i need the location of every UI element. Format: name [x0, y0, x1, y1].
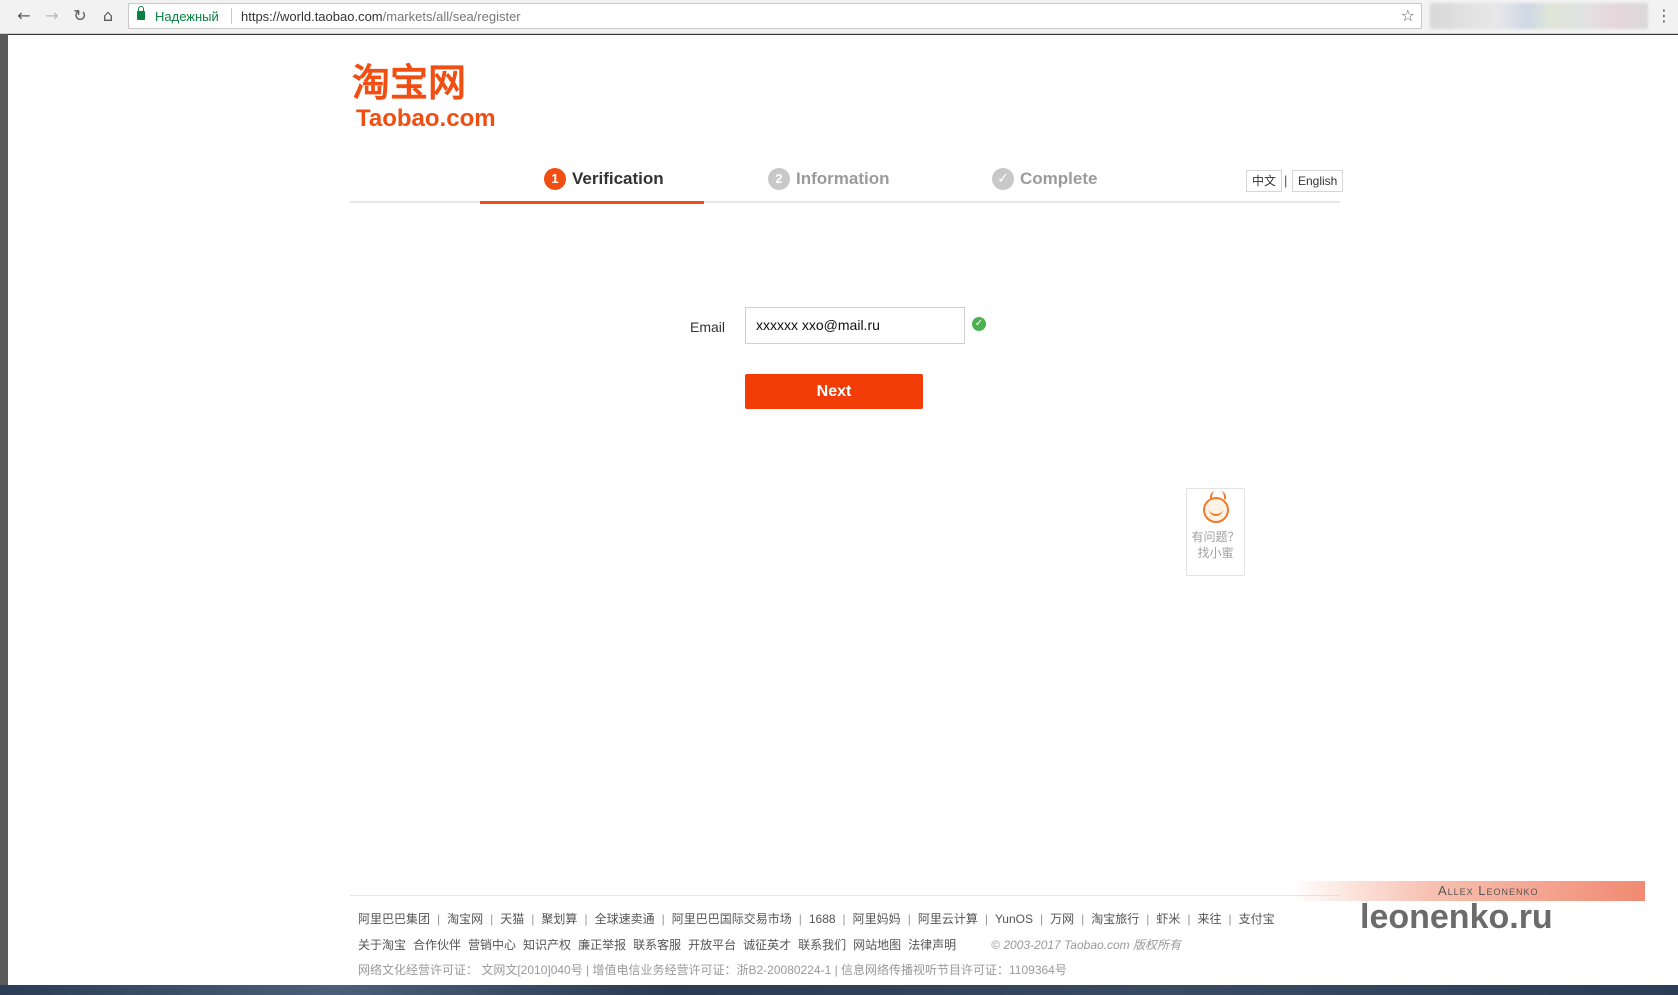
page: 淘宝网 Taobao.com 1 Verification 2 Informat…: [8, 35, 1678, 985]
address-bar[interactable]: Надежный https://world.taobao.com/market…: [128, 3, 1422, 29]
footer-link[interactable]: 阿里云计算: [918, 912, 978, 926]
footer-link[interactable]: 诚征英才: [743, 938, 791, 952]
home-icon[interactable]: ⌂: [98, 6, 118, 26]
valid-check-icon: ✓: [972, 317, 986, 331]
help-line2: 找小蜜: [1197, 546, 1234, 560]
step-number: 2: [768, 168, 790, 190]
footer-link[interactable]: 支付宝: [1239, 912, 1275, 926]
footer-separator: |: [1228, 912, 1232, 926]
lang-english-button[interactable]: English: [1292, 170, 1344, 192]
footer-separator: |: [1146, 912, 1150, 926]
extensions-area[interactable]: [1430, 3, 1648, 29]
footer-separator: |: [584, 912, 588, 926]
star-icon[interactable]: ☆: [1401, 6, 1415, 25]
url-host: https://world.taobao.com: [241, 9, 383, 24]
browser-toolbar: ← → ↻ ⌂ Надежный https://world.taobao.co…: [0, 0, 1678, 34]
step-complete: ✓ Complete: [928, 155, 1152, 203]
step-verification: 1 Verification: [480, 155, 704, 204]
footer-link[interactable]: 关于淘宝: [358, 938, 406, 952]
footer-separator: |: [842, 912, 846, 926]
footer-separator: |: [798, 912, 802, 926]
check-icon: ✓: [992, 168, 1014, 190]
step-label: Complete: [1020, 169, 1098, 188]
footer-license: 网络文化经营许可证： 文网文[2010]040号 | 增值电信业务经营许可证：浙…: [358, 963, 1067, 977]
footer-link[interactable]: YunOS: [995, 912, 1033, 926]
secure-label: Надежный: [155, 9, 219, 24]
footer-link[interactable]: 淘宝旅行: [1091, 912, 1139, 926]
footer-separator: |: [1039, 912, 1044, 926]
footer-link[interactable]: 1688: [809, 912, 836, 926]
next-button[interactable]: Next: [745, 374, 923, 409]
help-line1: 有问题？: [1191, 530, 1240, 544]
footer-separator: |: [984, 912, 988, 926]
watermark-name: Allex Leonenko: [1438, 883, 1539, 898]
footer-separator: |: [437, 912, 441, 926]
window-frame: [0, 34, 8, 995]
menu-icon[interactable]: ⋮: [1656, 6, 1672, 26]
help-assistant-widget[interactable]: 有问题？ 找小蜜: [1186, 488, 1245, 576]
step-number: 1: [544, 168, 566, 190]
footer-link[interactable]: 营销中心: [468, 938, 516, 952]
step-label: Information: [796, 169, 890, 188]
footer-links-row2: 关于淘宝 合作伙伴 营销中心 知识产权 廉正举报 联系客服 开放平台 诚征英才 联系我们 网站地图…: [358, 936, 1181, 953]
footer-link[interactable]: 网站地图: [853, 938, 901, 952]
lock-icon: [137, 6, 145, 20]
footer-link[interactable]: 联系我们: [798, 938, 846, 952]
url-text[interactable]: https://world.taobao.com/markets/all/sea…: [241, 9, 521, 24]
footer-link[interactable]: 联系客服: [633, 938, 681, 952]
omnibox-divider: [231, 8, 232, 24]
footer-divider: [350, 895, 1340, 896]
logo-english: Taobao.com: [356, 105, 496, 132]
footer-link[interactable]: 虾米: [1156, 912, 1180, 926]
watermark-site: leonenko.ru: [1360, 898, 1553, 936]
footer-link[interactable]: 阿里巴巴国际交易市场: [672, 912, 792, 926]
assistant-face-icon: [1202, 491, 1229, 523]
taobao-logo[interactable]: 淘宝网 Taobao.com: [352, 61, 512, 157]
registration-steps: 1 Verification 2 Information ✓ Complete …: [350, 155, 1344, 204]
footer-link[interactable]: 知识产权: [523, 938, 571, 952]
step-information: 2 Information: [704, 155, 928, 203]
footer-separator: |: [1187, 912, 1191, 926]
forward-arrow-icon[interactable]: →: [42, 6, 62, 26]
copyright: © 2003-2017 Taobao.com 版权所有: [991, 938, 1182, 952]
footer-link[interactable]: 万网: [1050, 912, 1074, 926]
footer-separator: |: [531, 912, 535, 926]
email-label: Email: [690, 319, 726, 335]
footer-separator: |: [661, 912, 665, 926]
lang-chinese-button[interactable]: 中文: [1246, 170, 1283, 192]
email-field[interactable]: xxxxxx xxo@mail.ru: [745, 307, 965, 344]
footer-link[interactable]: 阿里妈妈: [853, 912, 901, 926]
footer-link[interactable]: 阿里巴巴集团: [358, 912, 430, 926]
taskbar: [0, 985, 1678, 995]
footer-link[interactable]: 开放平台: [688, 938, 736, 952]
logo-chinese: 淘宝网: [352, 61, 467, 105]
footer-link[interactable]: 聚划算: [541, 912, 577, 926]
footer-separator: |: [1081, 912, 1085, 926]
footer-link[interactable]: 全球速卖通: [595, 912, 655, 926]
back-arrow-icon[interactable]: ←: [14, 6, 34, 26]
footer-separator: |: [490, 912, 494, 926]
footer-link[interactable]: 廉正举报: [578, 938, 626, 952]
footer-link[interactable]: 来往: [1198, 912, 1222, 926]
footer-link[interactable]: 天猫: [500, 912, 524, 926]
footer-link[interactable]: 合作伙伴: [413, 938, 461, 952]
footer-links-row1: 阿里巴巴集团 | 淘宝网 | 天猫 | 聚划算 | 全球速卖通 | 阿里巴巴国际交易市场 | 1688 |…: [358, 910, 1275, 927]
lang-separator: |: [1284, 173, 1288, 188]
reload-icon[interactable]: ↻: [70, 6, 90, 26]
footer-separator: |: [907, 912, 911, 926]
footer-link[interactable]: 法律声明: [908, 938, 956, 952]
footer-link[interactable]: 淘宝网: [447, 912, 483, 926]
step-label: Verification: [572, 169, 664, 188]
url-path: /markets/all/sea/register: [382, 9, 521, 24]
